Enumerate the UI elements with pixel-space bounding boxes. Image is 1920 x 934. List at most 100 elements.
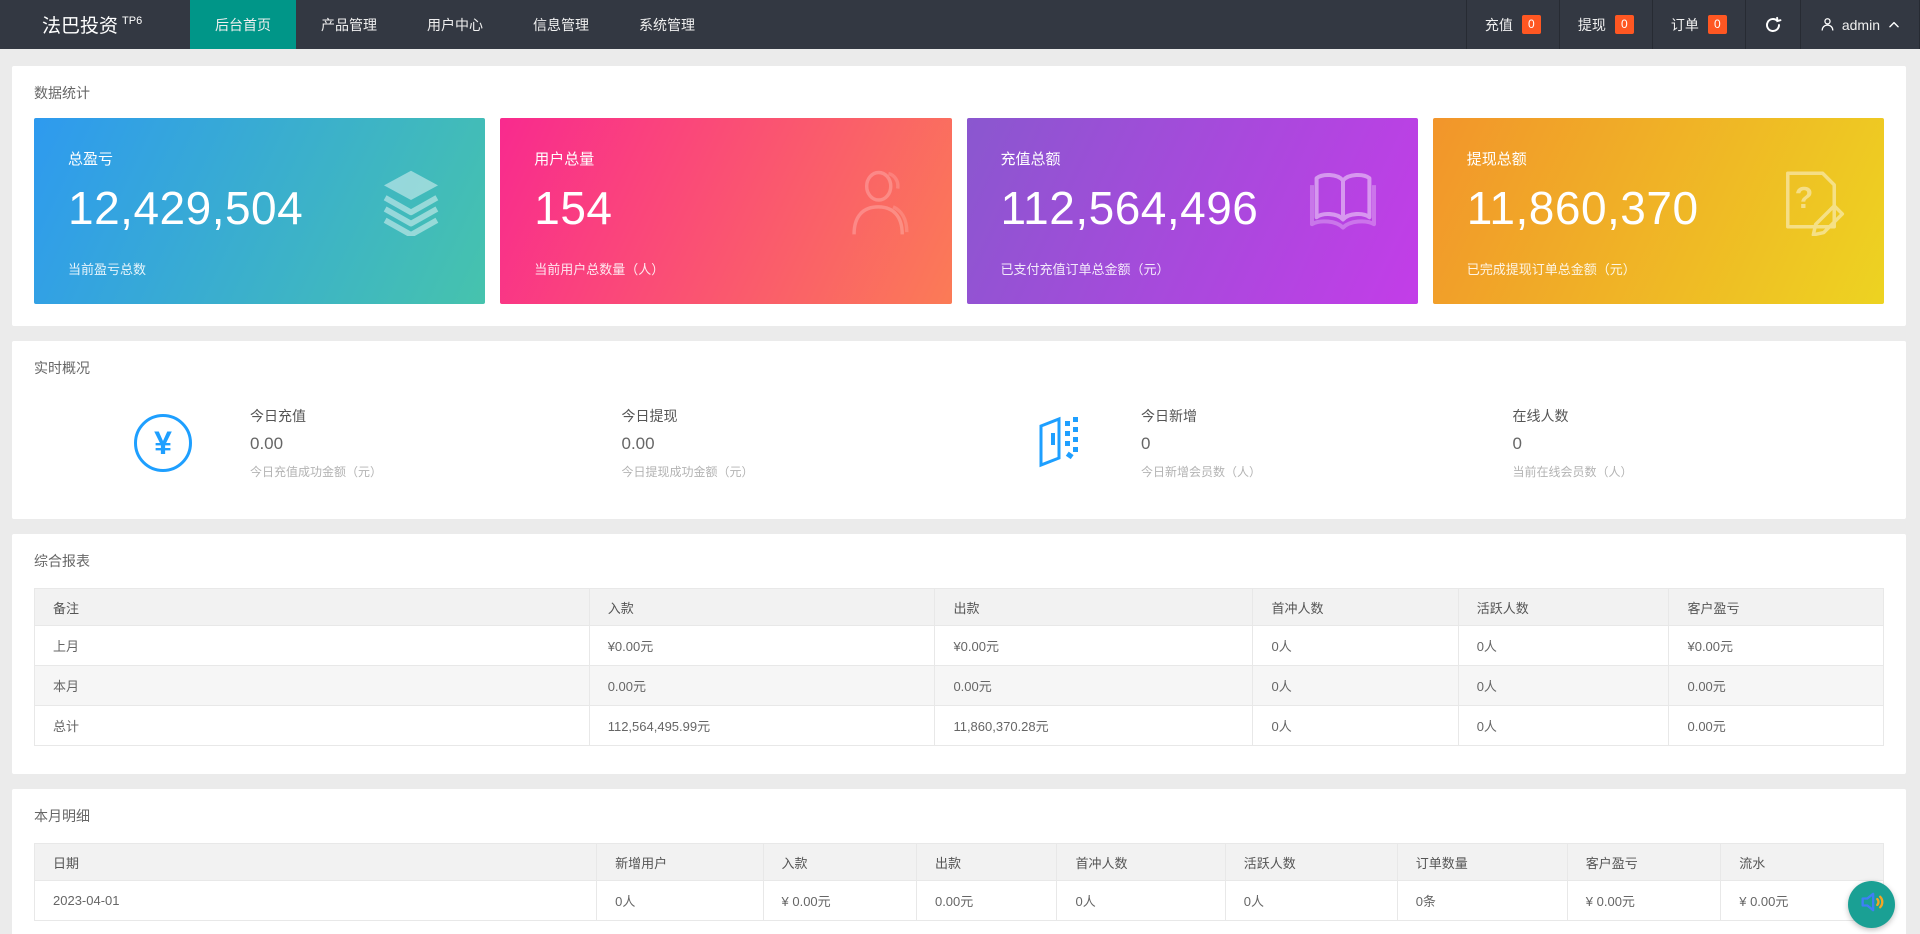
realtime-desc: 今日提现成功金额（元） <box>621 465 754 479</box>
detail-header-cell: 入款 <box>762 843 917 881</box>
detail-cell: 0.00元 <box>915 880 1058 921</box>
app-logo-sup: TP6 <box>122 14 143 27</box>
menu-item-products[interactable]: 产品管理 <box>296 0 402 49</box>
month-detail-title: 本月明细 <box>34 808 90 824</box>
report-header-cell: 首冲人数 <box>1252 588 1459 626</box>
report-cell: 0.00元 <box>934 665 1254 706</box>
realtime-panel-title: 实时概况 <box>34 360 90 376</box>
building-icon <box>1033 413 1083 474</box>
report-panel: 综合报表 备注 入款 出款 首冲人数 活跃人数 客户盈亏 上月 ¥0.00元 ¥… <box>12 534 1906 774</box>
detail-cell: 2023-04-01 <box>33 880 598 921</box>
stats-panel-title: 数据统计 <box>34 85 90 101</box>
detail-cell: 0人 <box>1056 880 1226 921</box>
refresh-button[interactable] <box>1744 0 1800 49</box>
stat-card-desc: 已支付充值订单总金额（元） <box>1000 262 1170 277</box>
realtime-desc: 当前在线会员数（人） <box>1512 465 1633 479</box>
detail-cell: 0人 <box>596 880 764 921</box>
report-cell: 0.00元 <box>1668 665 1884 706</box>
menu-item-users[interactable]: 用户中心 <box>402 0 508 49</box>
report-cell: 0.00元 <box>1668 705 1884 746</box>
realtime-item-online: 在线人数 0 当前在线会员数（人） <box>1513 406 1885 480</box>
nav-recharge-button[interactable]: 充值 0 <box>1465 0 1559 49</box>
doc-question-edit-icon: ? <box>1776 164 1846 236</box>
detail-cell: ¥ 0.00元 <box>762 880 917 921</box>
report-cell: 0人 <box>1252 625 1459 666</box>
realtime-label: 今日充值 <box>250 408 306 424</box>
detail-cell: ¥ 0.00元 <box>1566 880 1722 921</box>
stat-card-desc: 当前盈亏总数 <box>68 262 147 277</box>
report-cell: 0人 <box>1252 705 1459 746</box>
nav-withdraw-button[interactable]: 提现 0 <box>1558 0 1652 49</box>
users-icon <box>840 161 914 239</box>
app-logo-text: 法巴投资 <box>42 16 119 37</box>
open-book-icon <box>1306 169 1380 231</box>
month-detail-panel: 本月明细 日期 新增用户 入款 出款 首冲人数 活跃人数 订单数量 客户盈亏 流… <box>12 789 1906 934</box>
nav-orders-button[interactable]: 订单 0 <box>1651 0 1745 49</box>
report-cell: 0人 <box>1457 705 1670 746</box>
realtime-value: 0 <box>1141 434 1151 453</box>
realtime-label: 今日新增 <box>1141 408 1197 424</box>
menu-item-home[interactable]: 后台首页 <box>190 0 296 49</box>
report-cell: 112,564,495.99元 <box>588 705 936 746</box>
top-nav: 法巴投资 TP6 后台首页 产品管理 用户中心 信息管理 系统管理 充值 0 提现… <box>0 0 1920 49</box>
svg-text:?: ? <box>1795 182 1813 215</box>
table-row: 总计 112,564,495.99元 11,860,370.28元 0人 0人 … <box>34 705 1884 746</box>
nav-withdraw-label: 提现 <box>1577 16 1606 33</box>
detail-header-cell: 订单数量 <box>1396 843 1568 881</box>
detail-header-cell: 出款 <box>915 843 1058 881</box>
yen-circle-icon: ¥ <box>134 414 192 472</box>
detail-header-cell: 活跃人数 <box>1224 843 1398 881</box>
realtime-row: ¥ 今日充值 0.00 今日充值成功金额（元） 今日提现 0.00 今日提现成功… <box>34 395 1884 491</box>
menu-item-info[interactable]: 信息管理 <box>508 0 614 49</box>
realtime-value: 0.00 <box>250 434 284 453</box>
app-logo[interactable]: 法巴投资 TP6 <box>0 0 190 49</box>
refresh-icon <box>1764 16 1782 34</box>
stat-card-total-profit: 总盈亏 12,429,504 当前盈亏总数 <box>34 118 486 304</box>
realtime-item-today-withdraw: 今日提现 0.00 今日提现成功金额（元） <box>622 406 994 480</box>
user-name: admin <box>1841 16 1880 33</box>
announcement-sound-button[interactable] <box>1848 881 1895 928</box>
report-cell: ¥0.00元 <box>934 625 1254 666</box>
report-header-cell: 出款 <box>934 588 1254 626</box>
report-cell: 上月 <box>34 625 590 666</box>
detail-header-cell: 流水 <box>1720 843 1884 881</box>
report-cell: 11,860,370.28元 <box>934 705 1254 746</box>
orders-count-badge: 0 <box>1707 15 1727 34</box>
menu-item-system[interactable]: 系统管理 <box>614 0 720 49</box>
stat-card-total-recharge: 充值总额 112,564,496 已支付充值订单总金额（元） <box>966 118 1418 304</box>
report-panel-title: 综合报表 <box>34 553 90 569</box>
report-header-cell: 客户盈亏 <box>1668 588 1884 626</box>
report-cell: ¥0.00元 <box>1668 625 1884 666</box>
yen-symbol: ¥ <box>154 424 172 461</box>
stat-cards: 总盈亏 12,429,504 当前盈亏总数 用户总量 154 当前用户总数量（人… <box>34 118 1884 304</box>
realtime-panel: 实时概况 ¥ 今日充值 0.00 今日充值成功金额（元） 今日提现 0.00 今… <box>12 341 1906 519</box>
report-cell: 本月 <box>34 665 590 706</box>
realtime-value: 0 <box>1512 434 1522 453</box>
report-cell: 0人 <box>1457 665 1670 706</box>
stat-card-desc: 当前用户总数量（人） <box>534 262 665 277</box>
report-header-cell: 备注 <box>34 588 590 626</box>
nav-orders-label: 订单 <box>1670 16 1699 33</box>
user-menu[interactable]: admin <box>1799 0 1920 49</box>
table-row: 上月 ¥0.00元 ¥0.00元 0人 0人 ¥0.00元 <box>34 625 1884 666</box>
detail-cell: 0条 <box>1396 880 1568 921</box>
table-row: 2023-04-01 0人 ¥ 0.00元 0.00元 0人 0人 0条 ¥ 0… <box>33 880 1884 921</box>
nav-recharge-label: 充值 <box>1484 16 1513 33</box>
user-icon <box>1819 16 1836 33</box>
detail-header-cell: 客户盈亏 <box>1566 843 1722 881</box>
report-cell: 0人 <box>1252 665 1459 706</box>
stat-card-total-users: 用户总量 154 当前用户总数量（人） <box>500 118 952 304</box>
realtime-desc: 今日新增会员数（人） <box>1141 465 1262 479</box>
report-header-cell: 活跃人数 <box>1457 588 1670 626</box>
table-row: 本月 0.00元 0.00元 0人 0人 0.00元 <box>34 665 1884 706</box>
report-cell: 0人 <box>1457 625 1670 666</box>
report-header-row: 备注 入款 出款 首冲人数 活跃人数 客户盈亏 <box>34 588 1884 626</box>
month-detail-table: 日期 新增用户 入款 出款 首冲人数 活跃人数 订单数量 客户盈亏 流水 202… <box>33 843 1884 921</box>
report-header-cell: 入款 <box>588 588 936 626</box>
report-cell: 0.00元 <box>588 665 936 706</box>
stat-card-total-withdraw: 提现总额 11,860,370 已完成提现订单总金额（元） ? <box>1432 118 1884 304</box>
report-table: 备注 入款 出款 首冲人数 活跃人数 客户盈亏 上月 ¥0.00元 ¥0.00元… <box>34 588 1884 746</box>
detail-header-cell: 新增用户 <box>596 843 764 881</box>
layers-icon <box>375 164 447 236</box>
stats-panel: 数据统计 总盈亏 12,429,504 当前盈亏总数 用户总量 154 当前用户… <box>12 66 1906 326</box>
